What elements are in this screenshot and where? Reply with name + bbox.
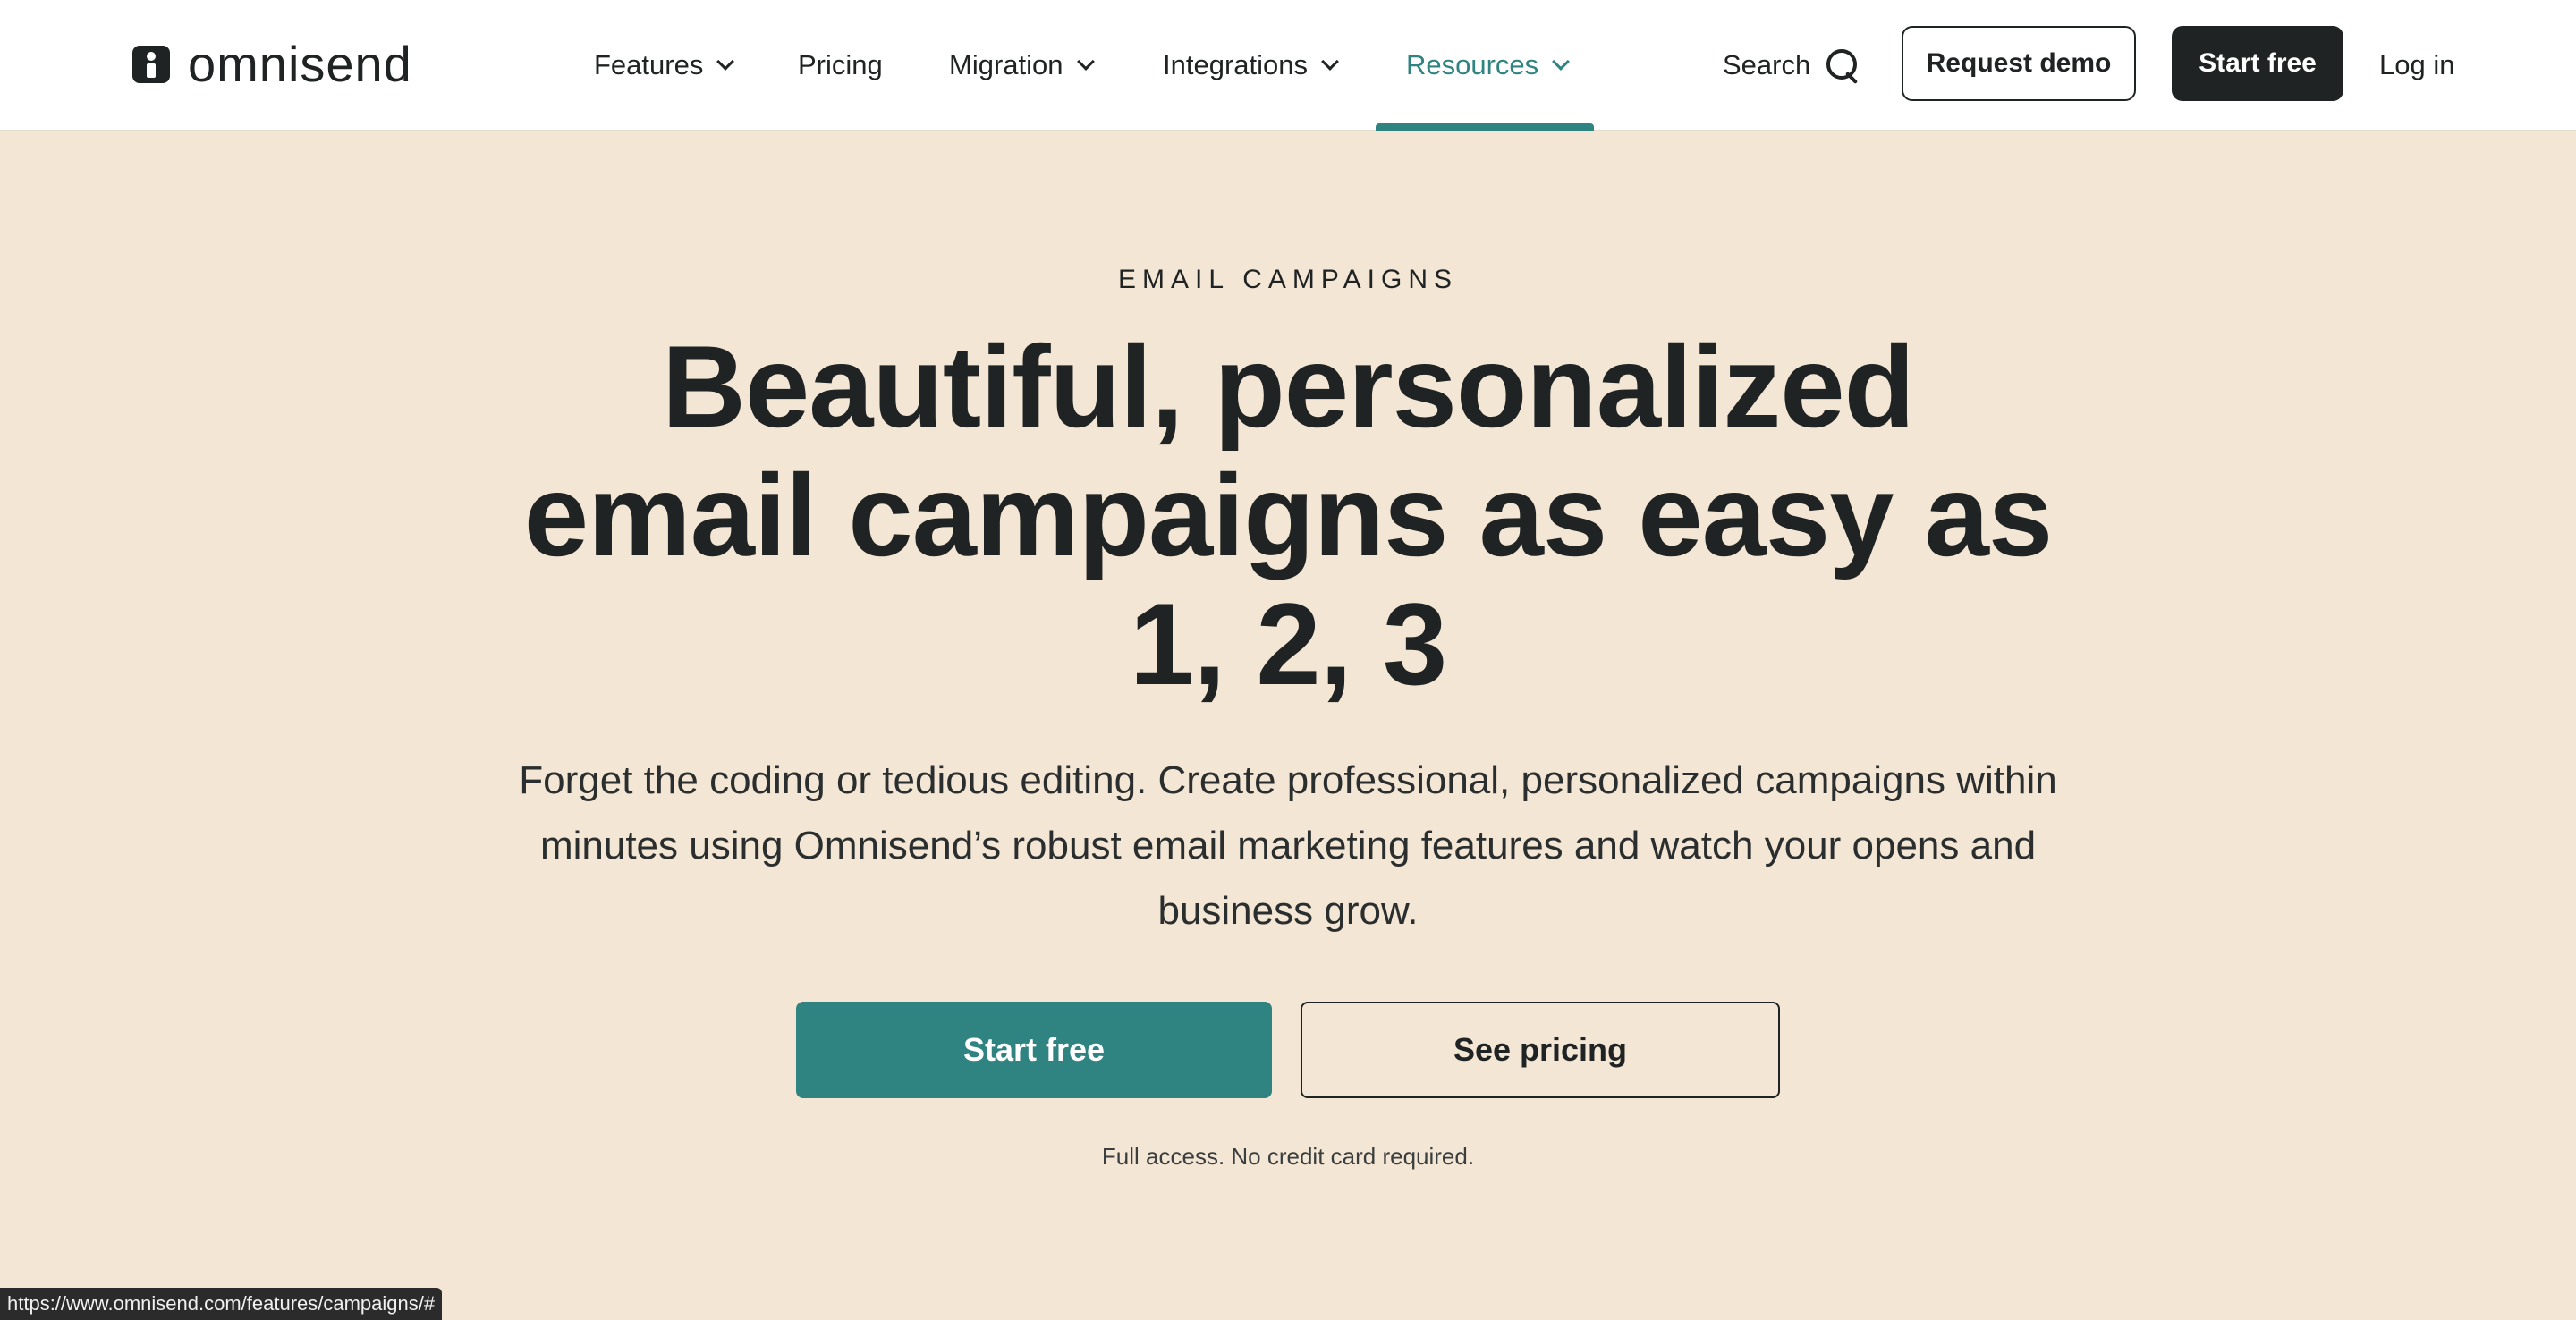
headline-line: Beautiful, personalized xyxy=(661,321,1915,452)
chevron-down-icon xyxy=(1076,53,1095,71)
hero-headline: Beautiful, personalized email campaigns … xyxy=(0,322,2576,708)
chevron-down-icon xyxy=(1321,53,1339,71)
chevron-down-icon xyxy=(1552,53,1571,71)
nav-item-features[interactable]: Features xyxy=(594,0,735,131)
chevron-down-icon xyxy=(716,53,735,71)
nav-item-label: Features xyxy=(594,49,704,80)
hero-section: EMAIL CAMPAIGNS Beautiful, personalized … xyxy=(0,131,2576,1320)
nav-item-label: Integrations xyxy=(1163,49,1308,80)
hero-eyebrow: EMAIL CAMPAIGNS xyxy=(1117,265,1459,294)
nav-item-resources[interactable]: Resources xyxy=(1406,0,1571,131)
nav-item-pricing[interactable]: Pricing xyxy=(798,0,883,131)
active-nav-indicator xyxy=(1376,123,1594,131)
headline-line: email campaigns as easy as xyxy=(523,450,2053,580)
no-credit-card-note: Full access. No credit card required. xyxy=(1101,1143,1475,1170)
login-link[interactable]: Log in xyxy=(2379,0,2454,131)
headline-line: 1, 2, 3 xyxy=(1129,579,1447,709)
start-free-button[interactable]: Start free xyxy=(796,1002,1272,1098)
search-label: Search xyxy=(1723,49,1811,80)
request-demo-button[interactable]: Request demo xyxy=(1902,26,2136,101)
nav-item-label: Migration xyxy=(949,49,1063,80)
omnisend-logo-icon xyxy=(132,46,170,83)
omnisend-logo[interactable]: omnisend xyxy=(132,34,412,95)
nav-item-integrations[interactable]: Integrations xyxy=(1163,0,1339,131)
see-pricing-button[interactable]: See pricing xyxy=(1301,1002,1780,1098)
logo-wordmark: omnisend xyxy=(188,36,412,92)
nav-item-migration[interactable]: Migration xyxy=(949,0,1095,131)
hero-subtext: Forget the coding or tedious editing. Cr… xyxy=(519,758,2057,933)
status-bar-url: https://www.omnisend.com/features/campai… xyxy=(0,1288,443,1320)
top-navigation: omnisend Features Pricing Migration Inte… xyxy=(0,0,2576,131)
nav-item-label: Pricing xyxy=(798,49,883,80)
start-free-nav-button[interactable]: Start free xyxy=(2172,26,2343,101)
search-button[interactable]: Search xyxy=(1723,0,1860,131)
nav-item-label: Resources xyxy=(1406,49,1539,80)
search-icon xyxy=(1825,47,1860,83)
